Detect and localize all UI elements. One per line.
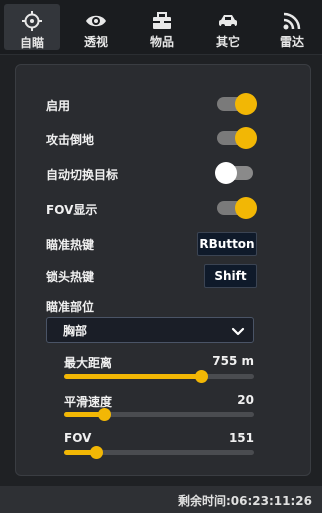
- max-distance-label: 最大距离: [64, 356, 113, 370]
- attack-downed-label: 攻击倒地: [46, 133, 95, 147]
- smooth-speed-value: 20: [237, 393, 254, 407]
- fov-display-toggle[interactable]: [217, 197, 257, 219]
- fov-label: FOV: [64, 431, 92, 445]
- lock-hotkey-label: 锁头热键: [46, 270, 95, 284]
- tab-radar[interactable]: 雷达: [264, 4, 320, 50]
- tab-esp[interactable]: 透视: [68, 4, 124, 50]
- toolbox-icon: [151, 10, 173, 31]
- tab-label: 其它: [215, 35, 240, 49]
- remaining-time: 剩余时间:06:23:11:26: [178, 494, 312, 508]
- tab-label: 雷达: [279, 35, 304, 49]
- smooth-speed-slider[interactable]: [64, 408, 254, 421]
- car-icon: [217, 10, 239, 31]
- fov-display-label: FOV显示: [46, 203, 98, 217]
- aim-part-value: 胸部: [63, 324, 88, 338]
- tab-items[interactable]: 物品: [134, 4, 190, 50]
- rss-icon: [281, 10, 303, 31]
- max-distance-slider[interactable]: [64, 370, 254, 383]
- aim-part-label: 瞄准部位: [46, 300, 95, 314]
- toggle-knob: [235, 127, 257, 149]
- enable-label: 启用: [46, 99, 71, 113]
- tab-misc[interactable]: 其它: [200, 4, 256, 50]
- slider-thumb[interactable]: [97, 408, 111, 421]
- fov-slider[interactable]: [64, 446, 254, 459]
- slider-fill: [64, 374, 201, 379]
- toggle-knob: [235, 197, 257, 219]
- lock-hotkey-button[interactable]: Shift: [204, 264, 257, 288]
- tab-bar: 自瞄 透视 物品 其它 雷达: [0, 0, 322, 55]
- aim-hotkey-label: 瞄准热键: [46, 238, 95, 252]
- slider-thumb[interactable]: [194, 370, 208, 383]
- toggle-knob: [235, 93, 257, 115]
- attack-downed-toggle[interactable]: [217, 127, 257, 149]
- enable-toggle[interactable]: [217, 93, 257, 115]
- max-distance-value: 755 m: [212, 354, 254, 368]
- fov-value: 151: [228, 431, 254, 445]
- tab-aimbot[interactable]: 自瞄: [4, 4, 60, 50]
- status-bar: 剩余时间:06:23:11:26: [0, 486, 322, 513]
- eye-icon: [85, 10, 107, 31]
- auto-switch-target-label: 自动切换目标: [46, 168, 119, 182]
- crosshair-icon: [21, 10, 43, 32]
- aim-hotkey-button[interactable]: RButton: [197, 232, 257, 256]
- tab-label: 物品: [149, 35, 174, 49]
- tab-label: 自瞄: [19, 36, 44, 50]
- toggle-knob: [215, 162, 237, 184]
- auto-switch-target-toggle[interactable]: [215, 162, 253, 184]
- chevron-down-icon: [231, 323, 245, 337]
- tab-label: 透视: [83, 35, 108, 49]
- aim-part-select[interactable]: 胸部: [46, 317, 254, 343]
